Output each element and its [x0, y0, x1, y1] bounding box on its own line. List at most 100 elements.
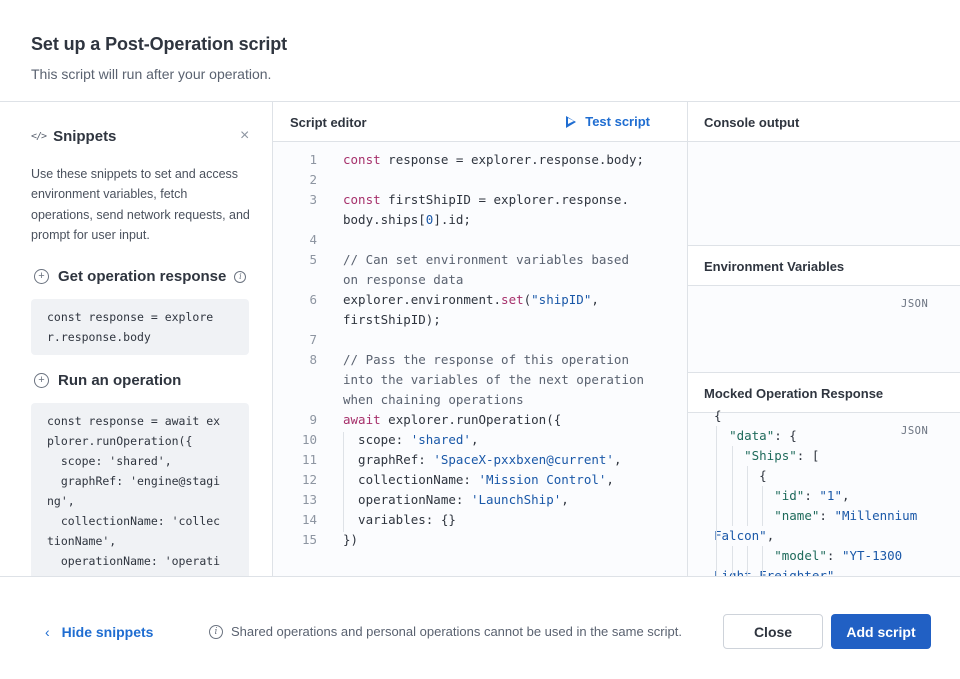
- line-content: }): [343, 530, 358, 550]
- code-line[interactable]: 15}): [273, 530, 687, 550]
- json-line: {: [714, 406, 917, 426]
- snippet-run-an-operation[interactable]: + Run an operation: [34, 372, 181, 389]
- code-token: ,: [591, 292, 599, 307]
- code-line[interactable]: 8 // Pass the response of this operation: [273, 350, 687, 370]
- snippets-panel: </> Snippets × Use these snippets to set…: [0, 102, 273, 576]
- output-column: Console output Environment Variables JSO…: [688, 102, 960, 576]
- plus-circle-icon[interactable]: +: [34, 373, 49, 388]
- close-snippets-icon[interactable]: ×: [240, 128, 249, 144]
- code-token: set: [501, 292, 524, 307]
- snippet-title[interactable]: Run an operation: [58, 372, 181, 389]
- close-button[interactable]: Close: [723, 614, 823, 649]
- line-content: const firstShipID = explorer.response.: [343, 190, 629, 210]
- line-content: // Can set environment variables based: [343, 250, 629, 270]
- hide-snippets-button[interactable]: ‹ Hide snippets: [45, 624, 153, 640]
- code-line[interactable]: 3 const firstShipID = explorer.response.: [273, 190, 687, 210]
- json-line: "name": "Millennium: [714, 506, 917, 526]
- code-line[interactable]: when chaining operations: [273, 390, 687, 410]
- mocked-response-editor[interactable]: { "data": { "Ships": [ { "id": "1", "nam…: [688, 408, 960, 576]
- info-icon: i: [209, 624, 223, 639]
- console-output-header: Console output: [688, 102, 960, 142]
- code-line[interactable]: 4: [273, 230, 687, 250]
- code-token: const: [343, 192, 381, 207]
- code-token: graphRef:: [343, 452, 434, 467]
- json-token: "name": [774, 508, 820, 523]
- line-number: 1: [309, 152, 317, 167]
- json-format-tag: JSON: [901, 298, 929, 310]
- code-line[interactable]: on response data: [273, 270, 687, 290]
- dialog-header: Set up a Post-Operation script This scri…: [0, 0, 960, 102]
- line-number: 2: [309, 172, 317, 187]
- code-line[interactable]: 14 variables: {}: [273, 510, 687, 530]
- environment-variables-header: Environment Variables: [688, 246, 960, 286]
- console-output-area: [688, 142, 960, 246]
- line-number: [273, 390, 317, 410]
- add-script-button[interactable]: Add script: [831, 614, 931, 649]
- code-line[interactable]: 2: [273, 170, 687, 190]
- code-token: 'shared': [410, 432, 471, 447]
- line-content: firstShipID);: [343, 310, 441, 330]
- code-token: 'SpaceX-pxxbxen@current': [433, 452, 614, 467]
- scope-note: i Shared operations and personal operati…: [209, 624, 682, 639]
- code-line[interactable]: 6 explorer.environment.set("shipID",: [273, 290, 687, 310]
- code-line[interactable]: 9 await explorer.runOperation({: [273, 410, 687, 430]
- line-content: on response data: [343, 270, 463, 290]
- line-number: [273, 370, 317, 390]
- indent-guide: [762, 546, 763, 576]
- json-token: : {: [774, 428, 797, 443]
- json-token: "model": [774, 548, 827, 563]
- json-token: {: [714, 408, 722, 423]
- code-line[interactable]: 12 collectionName: 'Mission Control',: [273, 470, 687, 490]
- code-token: variables: {}: [343, 512, 456, 527]
- dialog-subtitle: This script will run after your operatio…: [31, 66, 272, 82]
- code-line[interactable]: 1 const response = explorer.response.body…: [273, 150, 687, 170]
- line-content: variables: {}: [343, 510, 456, 530]
- line-number: 12: [301, 472, 317, 487]
- code-token: ,: [561, 492, 569, 507]
- code-line[interactable]: 13 operationName: 'LaunchShip',: [273, 490, 687, 510]
- code-token: operationName:: [343, 492, 471, 507]
- code-token: ].id;: [433, 212, 471, 227]
- code-token: const: [343, 152, 381, 167]
- indent-guide: [747, 546, 748, 576]
- json-token: :: [819, 508, 835, 523]
- environment-variables-editor[interactable]: JSON: [688, 286, 960, 373]
- indent-guide: [732, 446, 733, 526]
- json-token: "1": [819, 488, 842, 503]
- code-token: explorer.runOperation({: [380, 412, 562, 427]
- code-token: await: [343, 412, 381, 427]
- code-line[interactable]: 11 graphRef: 'SpaceX-pxxbxen@current',: [273, 450, 687, 470]
- code-token: on response data: [343, 272, 464, 287]
- json-token: ,: [766, 528, 775, 543]
- code-line[interactable]: 10 scope: 'shared',: [273, 430, 687, 450]
- snippet-code: const response = await ex plorer.runOper…: [31, 403, 249, 576]
- line-content: into the variables of the next operation: [343, 370, 644, 390]
- snippet-title[interactable]: Get operation response: [58, 268, 226, 285]
- snippets-title: Snippets: [53, 128, 117, 145]
- code-line[interactable]: into the variables of the next operation: [273, 370, 687, 390]
- line-content: operationName: 'LaunchShip',: [343, 490, 569, 510]
- line-number: 4: [309, 232, 317, 247]
- json-line: "model": "YT-1300: [714, 546, 917, 566]
- snippet-get-operation-response[interactable]: + Get operation response i: [34, 268, 247, 285]
- line-content: explorer.environment.set("shipID",: [343, 290, 599, 310]
- mocked-response-code[interactable]: { "data": { "Ships": [ { "id": "1", "nam…: [714, 406, 917, 576]
- code-token: firstShipID);: [343, 312, 441, 327]
- plus-circle-icon[interactable]: +: [34, 269, 49, 284]
- code-line[interactable]: 7: [273, 330, 687, 350]
- line-content: scope: 'shared',: [343, 430, 478, 450]
- code-line[interactable]: 5 // Can set environment variables based: [273, 250, 687, 270]
- info-icon[interactable]: i: [234, 270, 247, 283]
- indent-guide: [343, 432, 344, 532]
- line-content: when chaining operations: [343, 390, 524, 410]
- indent-guide: [732, 546, 733, 576]
- line-number: 10: [301, 432, 317, 447]
- script-editor-panel: Script editor Test script 1 const respons…: [273, 102, 688, 576]
- code-editor[interactable]: 1 const response = explorer.response.body…: [273, 150, 687, 550]
- snippets-description: Use these snippets to set and access env…: [31, 167, 250, 242]
- test-script-button[interactable]: Test script: [566, 114, 650, 129]
- json-token: : [: [796, 448, 820, 463]
- code-line[interactable]: body.ships[0].id;: [273, 210, 687, 230]
- code-line[interactable]: firstShipID);: [273, 310, 687, 330]
- json-token: ,: [841, 488, 850, 503]
